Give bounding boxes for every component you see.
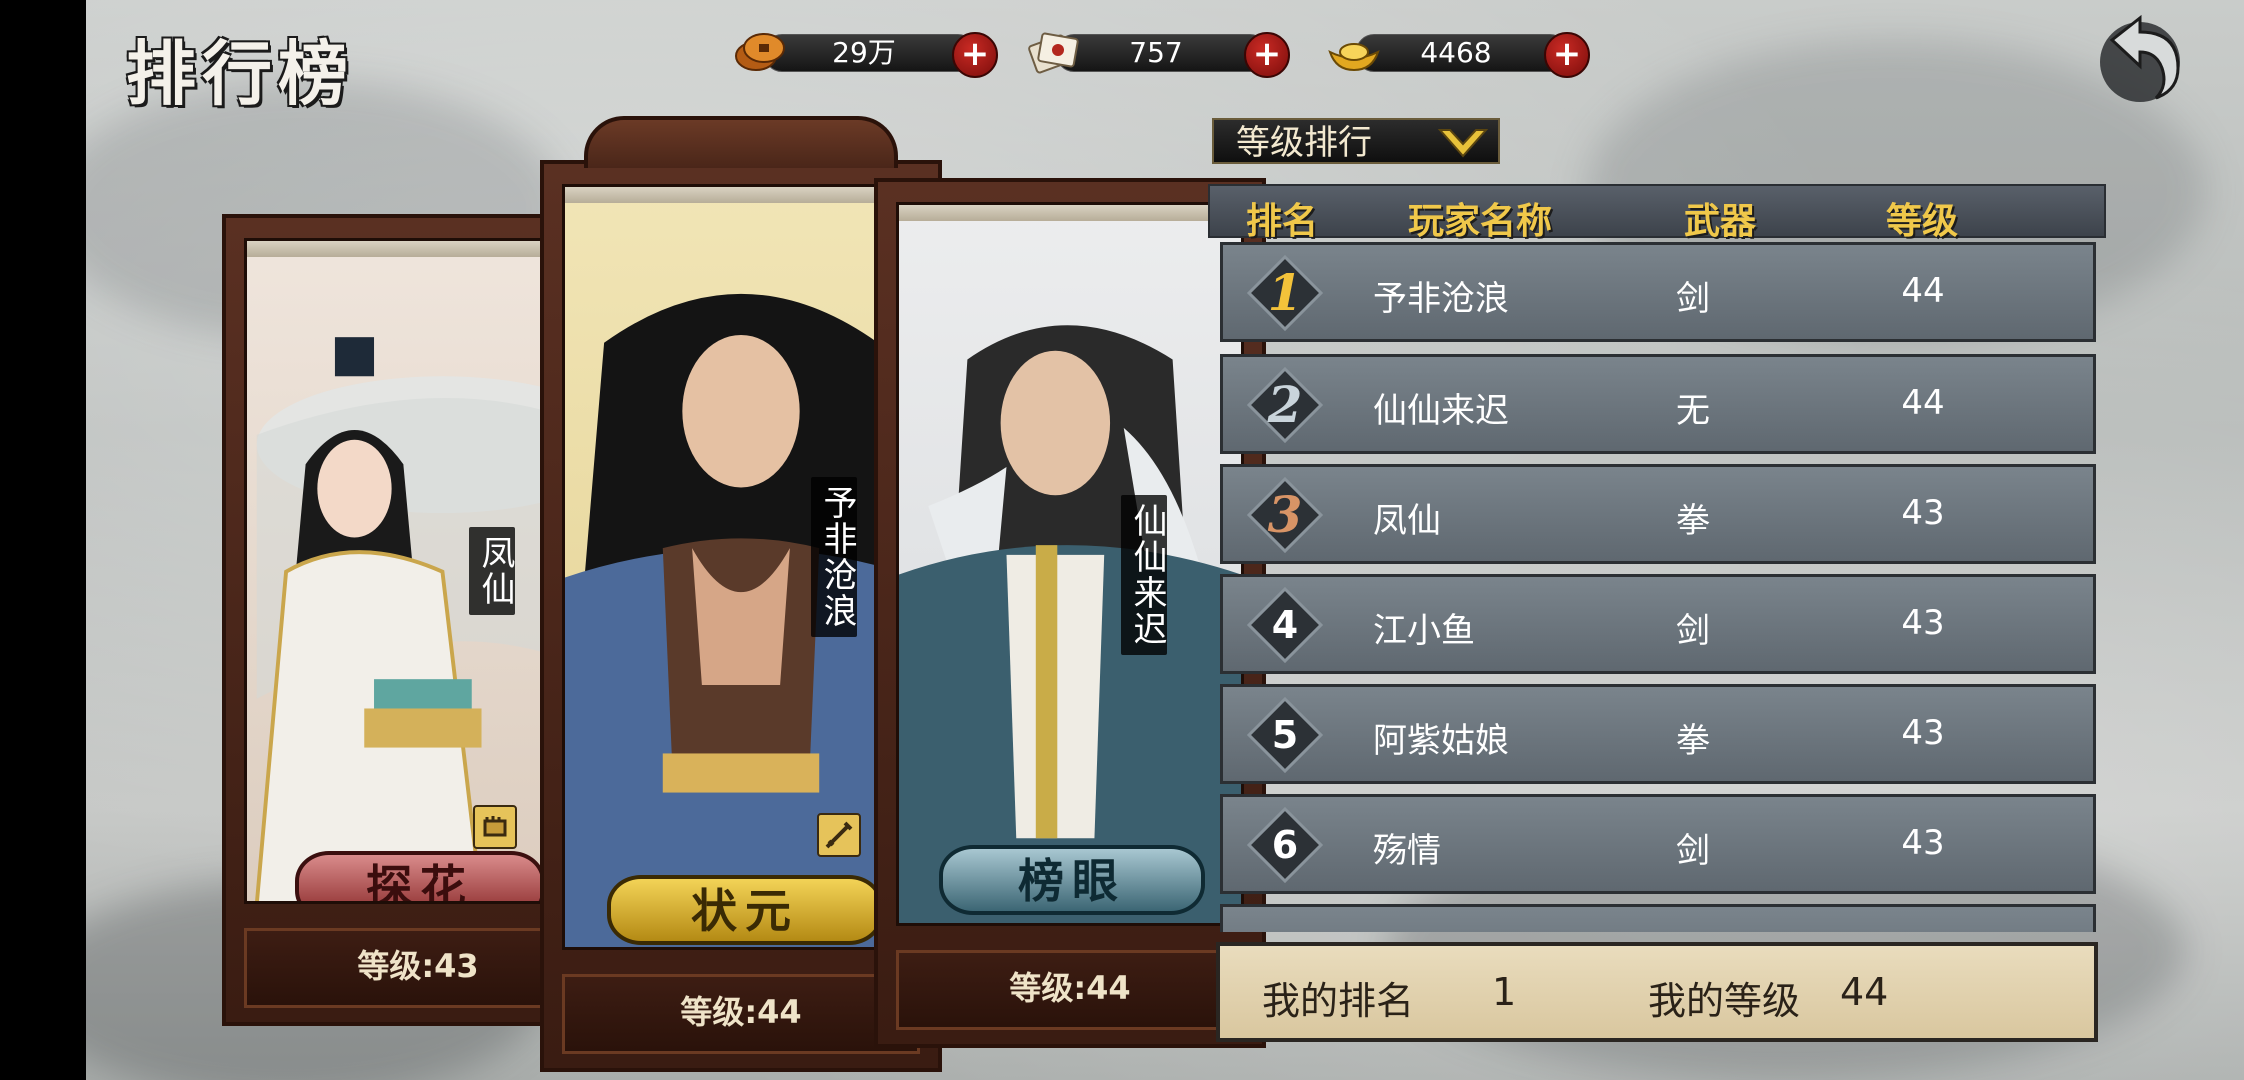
player-name: 殇情 <box>1373 831 1441 871</box>
ranking-list[interactable]: 1 予非沧浪 剑 44 2 仙仙来迟 无 44 3 凤仙 拳 43 4 江小鱼 … <box>1220 242 2096 932</box>
col-header-player: 玩家名称 <box>1408 201 1553 242</box>
my-rank-bar: 我的排名 1 我的等级 44 <box>1216 942 2098 1042</box>
rank-number: 4 <box>1271 603 1299 647</box>
rank-number: 5 <box>1271 713 1299 757</box>
currency-value: 757 <box>1129 36 1183 69</box>
weapon-type: 剑 <box>1676 831 1710 871</box>
player-name-vertical: 凤仙 <box>469 527 515 615</box>
scroll-ticket-icon <box>1026 30 1082 74</box>
player-level: 43 <box>1901 823 1945 863</box>
level-plate: 等级:44 <box>562 974 920 1054</box>
back-button[interactable] <box>2082 6 2192 106</box>
currency-value: 4468 <box>1420 36 1492 69</box>
my-level-value: 44 <box>1840 970 1889 1014</box>
male-scholar-portrait <box>899 325 1241 923</box>
my-rank-value: 1 <box>1492 970 1517 1014</box>
player-level: 44 <box>1901 271 1945 311</box>
scroll-rod <box>565 187 917 203</box>
dropdown-selected-value: 等级排行 <box>1236 123 1372 163</box>
currency-value: 29万 <box>832 36 896 69</box>
scroll-rod <box>247 241 589 257</box>
table-header: 排名 玩家名称 武器 等级 <box>1208 184 2106 242</box>
weapon-type: 拳 <box>1676 721 1710 761</box>
rank-number: 3 <box>1267 485 1303 544</box>
table-row[interactable]: 6 殇情 剑 43 <box>1220 794 2096 894</box>
col-header-rank: 排名 <box>1246 201 1319 242</box>
fist-icon <box>473 805 517 849</box>
rank-number: 1 <box>1267 263 1303 322</box>
my-rank-label: 我的排名 <box>1262 979 1415 1023</box>
table-row[interactable]: 4 江小鱼 剑 43 <box>1220 574 2096 674</box>
scroll-rod <box>899 205 1241 221</box>
ranking-table: 排名 玩家名称 武器 等级 1 予非沧浪 剑 44 2 仙仙来迟 无 44 3 … <box>1208 184 2106 1044</box>
table-row[interactable]: 3 凤仙 拳 43 <box>1220 464 2096 564</box>
rank-number: 6 <box>1271 823 1299 867</box>
ranking-type-dropdown[interactable]: 等级排行 <box>1212 118 1500 164</box>
male-swordsman-portrait <box>565 293 917 947</box>
player-name: 凤仙 <box>1373 501 1441 541</box>
frame-crest <box>584 116 898 168</box>
ranking-screen: 排行榜 29万 + 757 + 4468 + 凤仙 探花 等级:43 予非沧浪 … <box>86 0 2244 1080</box>
rank-number: 2 <box>1267 375 1303 434</box>
coin-icon <box>734 30 790 74</box>
page-title: 排行榜 <box>126 32 354 115</box>
title-zhuangyuan-plaque: 状元 <box>607 875 883 945</box>
weapon-type: 剑 <box>1676 279 1710 319</box>
player-level: 44 <box>1901 383 1945 423</box>
portrait-panel: 予非沧浪 状元 <box>562 184 920 950</box>
weapon-type: 拳 <box>1676 501 1710 541</box>
level-plate: 等级:44 <box>896 950 1244 1030</box>
portrait-panel: 仙仙来迟 榜眼 <box>896 202 1244 926</box>
col-header-level: 等级 <box>1886 201 1959 242</box>
player-name-vertical: 仙仙来迟 <box>1121 495 1167 655</box>
player-name: 予非沧浪 <box>1373 279 1509 319</box>
gold-ingot-icon <box>1326 30 1382 74</box>
player-level: 43 <box>1901 713 1945 753</box>
my-level-label: 我的等级 <box>1648 979 1801 1023</box>
weapon-type: 剑 <box>1676 611 1710 651</box>
back-arrow-icon <box>2100 14 2180 102</box>
add-gold-button[interactable]: + <box>1544 32 1590 78</box>
weapon-type: 无 <box>1676 391 1710 431</box>
female-swordswoman-portrait <box>255 337 589 901</box>
chevron-down-icon <box>1437 129 1489 158</box>
table-row[interactable]: 5 阿紫姑娘 拳 43 <box>1220 684 2096 784</box>
table-row[interactable]: 1 予非沧浪 剑 44 <box>1220 242 2096 342</box>
player-name: 江小鱼 <box>1373 611 1475 651</box>
add-coins-button[interactable]: + <box>952 32 998 78</box>
player-name: 阿紫姑娘 <box>1373 721 1509 761</box>
col-header-weapon: 武器 <box>1684 201 1757 242</box>
table-row[interactable]: 2 仙仙来迟 无 44 <box>1220 354 2096 454</box>
player-level: 43 <box>1901 603 1945 643</box>
player-name-vertical: 予非沧浪 <box>811 477 857 637</box>
title-tanhua-plaque: 探花 <box>295 851 545 901</box>
title-bangyan-plaque: 榜眼 <box>939 845 1205 915</box>
add-tickets-button[interactable]: + <box>1244 32 1290 78</box>
table-row[interactable] <box>1220 904 2096 932</box>
player-level: 43 <box>1901 493 1945 533</box>
sword-icon <box>817 813 861 857</box>
player-name: 仙仙来迟 <box>1373 391 1509 431</box>
